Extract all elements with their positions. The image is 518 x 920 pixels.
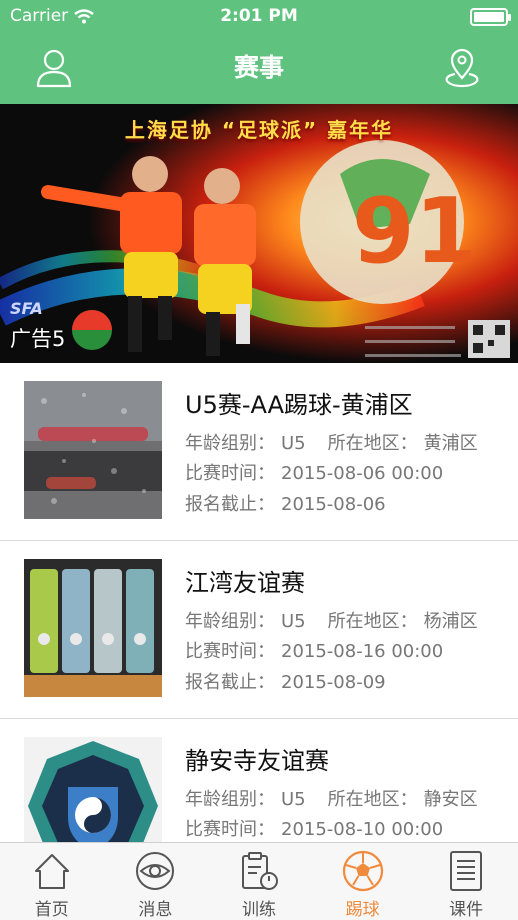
age-group-value: U5 <box>281 611 306 632</box>
match-time-value: 2015-08-06 00:00 <box>281 463 444 484</box>
tab-label: 首页 <box>34 900 69 920</box>
event-thumbnail <box>24 737 162 842</box>
match-time-value: 2015-08-16 00:00 <box>281 641 444 662</box>
deadline-label: 报名截止： <box>185 494 275 515</box>
status-bar: Carrier 2:01 PM <box>0 0 518 32</box>
event-row[interactable]: U5赛-AA踢球-黄浦区 年龄组别： U5 所在地区： 黄浦区 比赛时间： 2015-0… <box>0 363 518 541</box>
region-label: 所在地区： <box>327 433 418 454</box>
region-label: 所在地区： <box>327 611 418 632</box>
deadline-value: 2015-08-09 <box>281 672 386 693</box>
region-value: 静安区 <box>423 789 478 810</box>
event-thumbnail <box>24 559 162 697</box>
svg-text:SFA: SFA <box>10 299 43 318</box>
document-icon <box>444 849 488 893</box>
event-meta-deadline: 报名截止： 2015-08-09 <box>185 668 386 694</box>
location-button[interactable] <box>440 46 484 90</box>
age-group-label: 年龄组别： <box>185 611 275 632</box>
tab-courseware[interactable]: 课件 <box>414 843 518 920</box>
region-value: 杨浦区 <box>423 611 478 632</box>
event-meta-age-region: 年龄组别： U5 所在地区： 黄浦区 <box>185 429 478 455</box>
event-row[interactable]: 静安寺友谊赛 年龄组别： U5 所在地区： 静安区 比赛时间： 2015-08-10 0… <box>0 719 518 842</box>
age-group-value: U5 <box>281 433 306 454</box>
top-bar: Carrier 2:01 PM 赛事 <box>0 0 518 104</box>
soccer-ball-icon <box>341 849 385 893</box>
event-thumbnail <box>24 381 162 519</box>
event-meta-deadline: 报名截止： 2015-08-06 <box>185 490 386 516</box>
tab-label: 课件 <box>449 900 484 920</box>
event-title: 江湾友谊赛 <box>185 569 305 597</box>
eye-icon <box>133 849 177 893</box>
age-group-label: 年龄组别： <box>185 789 275 810</box>
svg-text:91: 91 <box>352 179 477 284</box>
home-icon <box>30 849 74 893</box>
tab-play-soccer[interactable]: 踢球 <box>311 843 415 920</box>
match-time-label: 比赛时间： <box>185 819 275 840</box>
deadline-value: 2015-08-06 <box>281 494 386 515</box>
tab-bar: 首页 消息 训练 踢球 课件 <box>0 842 518 920</box>
banner-headline: 上海足协 “足球派” 嘉年华 <box>124 118 394 142</box>
tab-training[interactable]: 训练 <box>207 843 311 920</box>
tab-label: 踢球 <box>345 900 380 920</box>
age-group-value: U5 <box>281 789 306 810</box>
tab-home[interactable]: 首页 <box>0 843 104 920</box>
battery-icon <box>470 8 511 26</box>
banner-caption: 广告5 <box>10 327 66 351</box>
event-meta-age-region: 年龄组别： U5 所在地区： 杨浦区 <box>185 607 478 633</box>
tab-label: 训练 <box>241 900 276 920</box>
match-time-label: 比赛时间： <box>185 641 275 662</box>
clock: 2:01 PM <box>220 6 298 26</box>
tab-label: 消息 <box>138 900 173 920</box>
age-group-label: 年龄组别： <box>185 433 275 454</box>
event-title: 静安寺友谊赛 <box>185 747 329 775</box>
event-row[interactable]: 江湾友谊赛 年龄组别： U5 所在地区： 杨浦区 比赛时间： 2015-08-16 00… <box>0 541 518 719</box>
region-label: 所在地区： <box>327 789 418 810</box>
match-time-value: 2015-08-10 00:00 <box>281 819 444 840</box>
location-pin-icon <box>445 48 479 88</box>
region-value: 黄浦区 <box>423 433 478 454</box>
event-meta-time: 比赛时间： 2015-08-16 00:00 <box>185 637 443 663</box>
deadline-label: 报名截止： <box>185 672 275 693</box>
ad-banner[interactable]: 91 SFA 上海足协 “足球派” 嘉年华 广告5 <box>0 104 518 363</box>
event-meta-age-region: 年龄组别： U5 所在地区： 静安区 <box>185 785 478 811</box>
tab-messages[interactable]: 消息 <box>104 843 208 920</box>
clipboard-stopwatch-icon <box>237 849 281 893</box>
event-title: U5赛-AA踢球-黄浦区 <box>185 391 413 419</box>
event-list[interactable]: U5赛-AA踢球-黄浦区 年龄组别： U5 所在地区： 黄浦区 比赛时间： 2015-0… <box>0 363 518 842</box>
event-meta-time: 比赛时间： 2015-08-06 00:00 <box>185 459 443 485</box>
match-time-label: 比赛时间： <box>185 463 275 484</box>
event-meta-time: 比赛时间： 2015-08-10 00:00 <box>185 815 443 841</box>
